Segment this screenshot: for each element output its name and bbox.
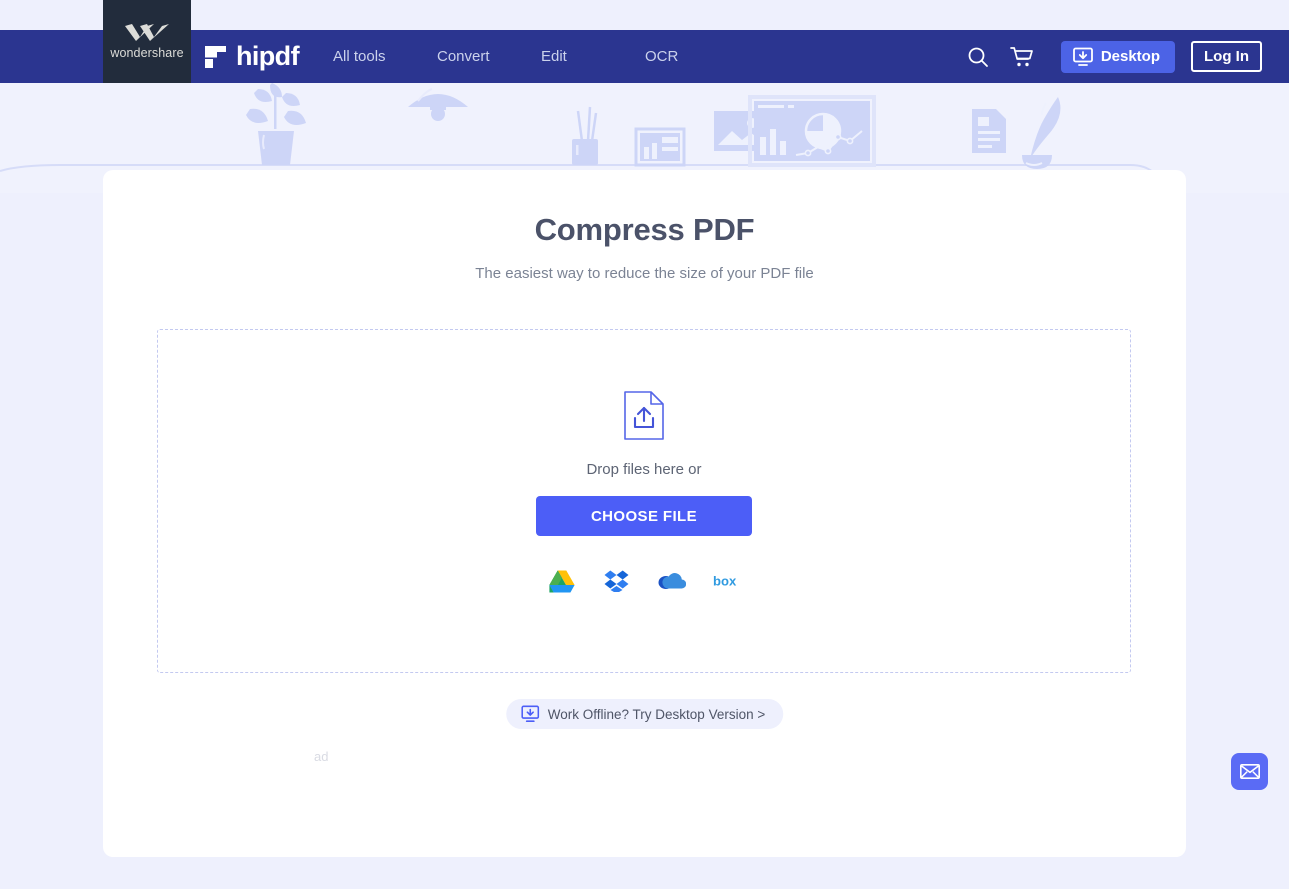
box-icon: box <box>713 574 737 589</box>
onedrive-icon <box>658 573 686 589</box>
login-button[interactable]: Log In <box>1191 41 1262 72</box>
desktop-download-button[interactable]: Desktop <box>1060 40 1175 73</box>
document-icon <box>972 109 1006 153</box>
hipdf-logo-icon <box>205 45 226 68</box>
ad-label: ad <box>314 749 329 764</box>
nav-links: All tools Convert Edit OCR <box>333 30 749 83</box>
cloud-sources-row: box <box>548 569 741 593</box>
file-dropzone[interactable]: Drop files here or CHOOSE FILE box <box>157 329 1131 673</box>
dropbox-button[interactable] <box>603 569 631 593</box>
file-upload-icon <box>624 391 664 440</box>
box-button[interactable]: box <box>713 569 741 593</box>
nav-link-convert[interactable]: Convert <box>437 48 541 65</box>
choose-file-button[interactable]: CHOOSE FILE <box>536 496 752 536</box>
page-root: wondershare hipdf All tools Convert Edit… <box>0 0 1289 889</box>
svg-text:box: box <box>713 574 737 589</box>
hanging-lamp-icon <box>408 88 468 121</box>
onedrive-button[interactable] <box>658 569 686 593</box>
cart-button[interactable] <box>1000 30 1044 83</box>
envelope-icon <box>1239 764 1260 779</box>
top-strip <box>0 0 1289 30</box>
try-desktop-version-button[interactable]: Work Offline? Try Desktop Version > <box>505 699 784 729</box>
quill-pen-icon <box>1022 97 1061 169</box>
page-subtitle: The easiest way to reduce the size of yo… <box>475 265 814 282</box>
potted-plant-icon <box>246 83 306 165</box>
pencil-cup-icon <box>572 106 598 165</box>
nav-link-all-tools[interactable]: All tools <box>333 48 437 65</box>
main-card: Compress PDF The easiest way to reduce t… <box>103 170 1186 857</box>
nav-link-ocr[interactable]: OCR <box>645 48 749 65</box>
contact-mail-button[interactable] <box>1231 753 1268 790</box>
search-icon <box>968 47 988 67</box>
google-drive-button[interactable] <box>548 569 576 593</box>
search-button[interactable] <box>956 30 1000 83</box>
nav-right-cluster: Desktop Log In <box>956 30 1262 83</box>
monitor-download-icon <box>520 705 539 723</box>
desktop-button-label: Desktop <box>1100 48 1160 65</box>
monitor-download-icon <box>1072 47 1093 66</box>
page-title: Compress PDF <box>534 212 755 247</box>
hipdf-brand[interactable]: hipdf <box>205 41 300 72</box>
hipdf-wordmark: hipdf <box>236 41 300 71</box>
shopping-cart-icon <box>1010 46 1034 66</box>
google-drive-icon <box>548 570 575 592</box>
try-desktop-version-label: Work Offline? Try Desktop Version > <box>547 706 766 722</box>
wondershare-label: wondershare <box>110 45 184 60</box>
framed-chart-icon <box>634 127 686 167</box>
dropbox-icon <box>604 570 629 592</box>
wondershare-w-icon <box>125 23 169 41</box>
monitor-dashboard-icon <box>748 95 876 167</box>
drop-files-text: Drop files here or <box>586 461 702 478</box>
nav-link-edit[interactable]: Edit <box>541 48 645 65</box>
wondershare-badge[interactable]: wondershare <box>103 0 191 83</box>
